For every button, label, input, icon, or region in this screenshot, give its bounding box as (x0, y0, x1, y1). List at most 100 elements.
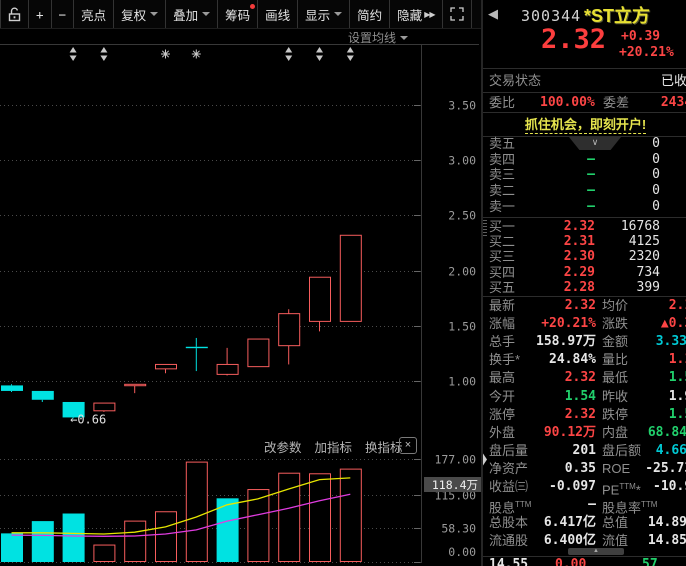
stat-value: 14.89亿 (647, 515, 686, 531)
bid-row-4[interactable]: 买四 2.29 734 (483, 265, 686, 280)
ask-row-4-price: — (587, 151, 595, 167)
svg-text:2.00: 2.00 (448, 265, 476, 279)
stat-row: 涨停 2.32 跌停 1.54 (483, 406, 686, 424)
bid-row-5-price: 2.28 (563, 279, 595, 295)
stat-value: -25.73% (645, 460, 686, 476)
ask-row-2-volume: 0 (652, 183, 660, 199)
stat-label: 昨收 (602, 388, 629, 404)
weicha-label: 委差 (603, 95, 630, 110)
ask-row-4[interactable]: 卖四 — 0 (483, 152, 686, 167)
svg-text:118.4万: 118.4万 (432, 478, 478, 492)
stat-value: 2.32 (564, 298, 596, 313)
price-change: +0.39 (621, 29, 661, 44)
ask-row-3[interactable]: 卖三 — 0 (483, 167, 686, 182)
stat-row: 换手* 24.84% 量比 1.19 (483, 351, 686, 369)
lock-icon[interactable] (0, 0, 29, 28)
stat-label: 量比 (602, 352, 629, 368)
divider (483, 68, 686, 69)
divider (483, 217, 686, 218)
overlay-label: 叠加 (173, 8, 199, 23)
ask-row-1-volume: 0 (652, 198, 660, 214)
switch-indicator-link[interactable]: 换指标 (365, 437, 403, 456)
simple-mode-button[interactable]: 简约 (350, 0, 391, 28)
ask-row-5-label: 卖五 (489, 136, 516, 151)
bid-row-5[interactable]: 买五 2.28 399 (483, 280, 686, 295)
stat-label: 今开 (489, 388, 516, 404)
adjust-price-dropdown[interactable]: 复权 (114, 0, 167, 28)
stat-value: 90.12万 (543, 424, 596, 440)
svg-text:177.00: 177.00 (434, 453, 476, 467)
indicator-pane-header: 改参数 加指标 换指标 (264, 437, 403, 456)
partial-value: 14.55 (489, 557, 529, 566)
ask-row-3-price: — (587, 167, 595, 183)
bid-row-3-label: 买三 (489, 249, 516, 265)
stat-label: 金额 (602, 334, 629, 350)
stat-row: 盘后量 201 盘后额 4.66万 (483, 442, 686, 460)
overlay-dropdown[interactable]: 叠加 (166, 0, 219, 28)
display-label: 显示 (305, 8, 331, 23)
stat-label: 换手* (489, 352, 521, 368)
stat-value: -10.95 (653, 479, 686, 494)
stat-label: 最低 (602, 370, 629, 386)
ma-setting-label: 设置均线 (348, 31, 397, 45)
stat-label: 收益㈢ (489, 479, 529, 494)
stat-value: -0.097 (549, 479, 596, 494)
stock-code: 300344 (521, 7, 582, 25)
chip-distribution-button[interactable]: 筹码 (218, 0, 259, 28)
ma-setting-button[interactable]: 设置均线 (348, 29, 409, 46)
ask-row-1-price: — (587, 198, 595, 214)
price-change-percent: +20.21% (619, 45, 674, 60)
chevron-down-icon (400, 35, 409, 40)
trade-status-row: 交易状态 已收市 (483, 71, 686, 90)
candles (1, 234, 362, 419)
chevron-down-icon (334, 12, 343, 16)
svg-text:←0.66: ←0.66 (70, 413, 106, 427)
bid-row-3-volume: 2320 (628, 249, 660, 265)
stat-label: 盘后额 (602, 442, 642, 458)
svg-text:3.00: 3.00 (448, 154, 476, 168)
stat-value: 158.97万 (536, 334, 596, 350)
ask-row-2[interactable]: 卖二 — 0 (483, 183, 686, 198)
bid-row-1[interactable]: 买一 2.32 16768 (483, 219, 686, 234)
ask-row-5-volume: 0 (652, 136, 660, 151)
stat-row: 外盘 90.12万内盘 68.84万 (483, 424, 686, 442)
ask-row-1[interactable]: 卖一 — 0 (483, 199, 686, 214)
stat-label: 总股本 (489, 515, 529, 531)
bid-row-2-price: 2.31 (563, 234, 595, 250)
panel-resize-grip[interactable] (483, 220, 487, 236)
zoom-out-button[interactable]: − (52, 0, 75, 28)
notification-dot-icon (250, 4, 256, 9)
hide-button[interactable]: 隐藏 ▶▶ (390, 0, 443, 28)
stat-value: 2.32 (564, 406, 596, 422)
stat-row: 净资产 0.35 ROE -25.73% (483, 460, 686, 478)
close-indicator-button[interactable]: × (399, 437, 417, 454)
change-params-link[interactable]: 改参数 (264, 437, 302, 456)
stat-label: ROE (602, 460, 631, 476)
add-indicator-link[interactable]: 加指标 (315, 437, 353, 456)
bid-row-1-price: 2.32 (563, 219, 595, 234)
unlock-icon (8, 6, 21, 21)
kline-chart[interactable]: 3.503.002.502.001.501.00←0.66177.00115.0… (0, 0, 481, 566)
stat-label: 涨幅 (489, 316, 516, 332)
stat-label: 均价 (602, 298, 629, 313)
back-arrow-icon[interactable]: ◀ (488, 6, 498, 22)
partial-data-row: 14.55 0.00 57 (483, 557, 686, 566)
stat-value: 3.33亿 (655, 334, 686, 350)
bid-row-3[interactable]: 买三 2.30 2320 (483, 249, 686, 264)
bid-row-2[interactable]: 买二 2.31 4125 (483, 234, 686, 249)
stat-value: 2.10 (668, 298, 686, 313)
bid-row-4-price: 2.29 (563, 264, 595, 280)
display-dropdown[interactable]: 显示 (298, 0, 351, 28)
stat-label: 涨跌 (602, 316, 629, 332)
stat-row: 总手 158.97万金额 3.33亿 (483, 333, 686, 351)
panel-collapse-button[interactable]: ▲ (568, 548, 624, 555)
zoom-in-button[interactable]: + (29, 0, 52, 28)
bid-row-4-volume: 734 (636, 264, 660, 280)
quote-panel: ◀ 300344 *ST立方 2.32 +0.39 +20.21% 交易状态 已… (481, 0, 686, 566)
stat-row: 收益㈢-0.097PETTM*-10.95 (483, 478, 686, 497)
open-account-link[interactable]: 抓住机会，即刻开户! (524, 117, 647, 134)
draw-line-button[interactable]: 画线 (258, 0, 299, 28)
double-arrow-right-icon: ▶▶ (424, 9, 435, 19)
highlights-button[interactable]: 亮点 (74, 0, 115, 28)
fullscreen-button[interactable] (443, 0, 472, 28)
